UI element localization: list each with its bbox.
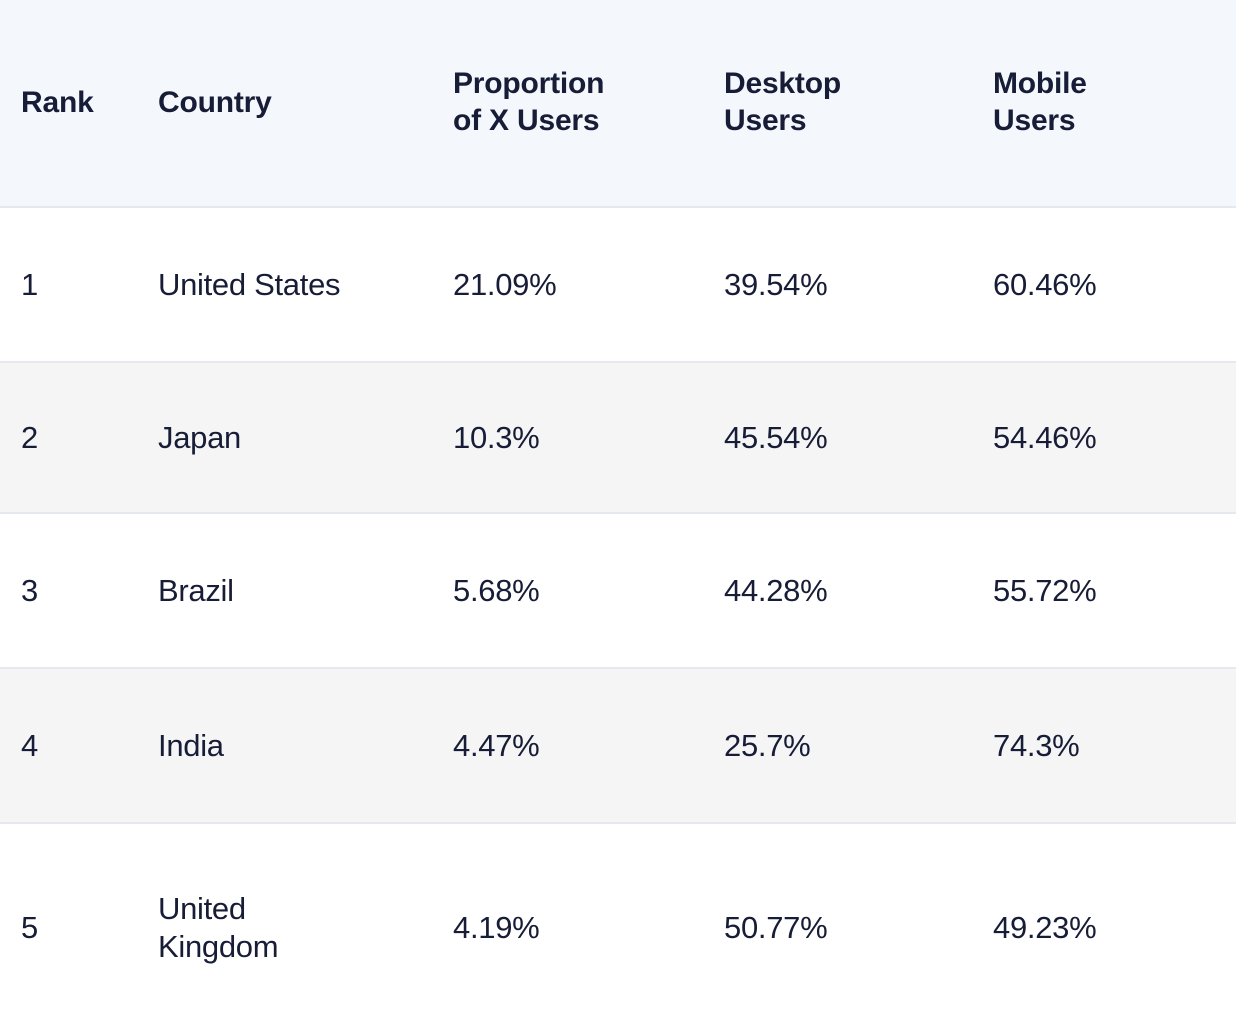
cell-rank: 1 (0, 207, 137, 363)
cell-desktop: 39.54% (703, 207, 972, 363)
cell-country-line-1: United (158, 891, 246, 927)
column-header-mobile-line-2: Users (993, 104, 1076, 137)
cell-country: India (137, 668, 432, 824)
column-header-desktop-line-2: Users (724, 104, 807, 137)
cell-proportion: 21.09% (432, 207, 703, 363)
column-header-desktop-users[interactable]: Desktop Users (703, 0, 972, 208)
cell-proportion: 10.3% (432, 362, 703, 514)
column-header-rank-line-1: Rank (21, 85, 94, 119)
cell-country-line-2: Kingdom (158, 929, 279, 964)
column-header-mobile-line-1: Mobile (993, 67, 1087, 101)
column-header-country[interactable]: Country (137, 0, 432, 208)
column-header-proportion-line-2: of X Users (453, 104, 600, 137)
cell-mobile: 55.72% (972, 513, 1236, 669)
cell-country: Japan (137, 362, 432, 514)
cell-desktop: 45.54% (703, 362, 972, 514)
column-header-desktop-line-1: Desktop (724, 67, 841, 101)
table-row: 2 Japan 10.3% 45.54% 54.46% (0, 362, 1236, 514)
cell-mobile: 54.46% (972, 362, 1236, 514)
cell-country-text: Brazil (158, 572, 432, 610)
cell-desktop: 50.77% (724, 910, 828, 946)
cell-mobile: 60.46% (972, 207, 1236, 363)
cell-rank: 3 (0, 513, 137, 669)
table-row: 4 India 4.47% 25.7% 74.3% (0, 668, 1236, 824)
cell-rank: 4 (0, 668, 137, 824)
x-users-by-country-table: Rank Country Proportion of X Users Deskt… (0, 0, 1236, 1032)
table-body: 1 United States 21.09% 39.54% 60.46% 2 J… (0, 207, 1236, 1032)
column-header-mobile-users[interactable]: Mobile Users (972, 0, 1236, 208)
cell-rank: 2 (0, 362, 137, 514)
table-row: 1 United States 21.09% 39.54% 60.46% (0, 207, 1236, 363)
cell-country-text: United Kingdom (158, 890, 432, 966)
cell-country: Brazil (137, 513, 432, 669)
cell-country-line-1: Japan (158, 419, 241, 455)
cell-proportion: 5.68% (432, 513, 703, 669)
cell-proportion: 4.19% (453, 910, 540, 946)
table-header: Rank Country Proportion of X Users Deskt… (0, 0, 1236, 208)
cell-country-text: India (158, 727, 432, 765)
table-header-row: Rank Country Proportion of X Users Deskt… (0, 0, 1236, 208)
cell-country-line-1: Brazil (158, 572, 234, 608)
cell-desktop: 25.7% (703, 668, 972, 824)
cell-rank: 5 (21, 910, 38, 946)
cell-country: United Kingdom (137, 823, 432, 1032)
cell-proportion: 4.47% (432, 668, 703, 824)
column-header-proportion-line-1: Proportion (453, 67, 605, 101)
cell-mobile: 74.3% (972, 668, 1236, 824)
column-header-rank[interactable]: Rank (0, 0, 137, 208)
cell-country-text: Japan (158, 419, 432, 457)
table-row: 3 Brazil 5.68% 44.28% 55.72% (0, 513, 1236, 669)
cell-mobile: 49.23% (993, 910, 1097, 946)
table-row: 5 United Kingdom 4.19% 50.77% 49.23% (0, 823, 1236, 1032)
column-header-proportion-of-x-users[interactable]: Proportion of X Users (432, 0, 703, 208)
cell-country-line-1: India (158, 727, 224, 763)
cell-country: United States (137, 207, 432, 363)
cell-country-text: United States (158, 266, 432, 304)
column-header-country-line-1: Country (158, 85, 272, 119)
cell-desktop: 44.28% (703, 513, 972, 669)
cell-country-line-1: United States (158, 266, 341, 302)
